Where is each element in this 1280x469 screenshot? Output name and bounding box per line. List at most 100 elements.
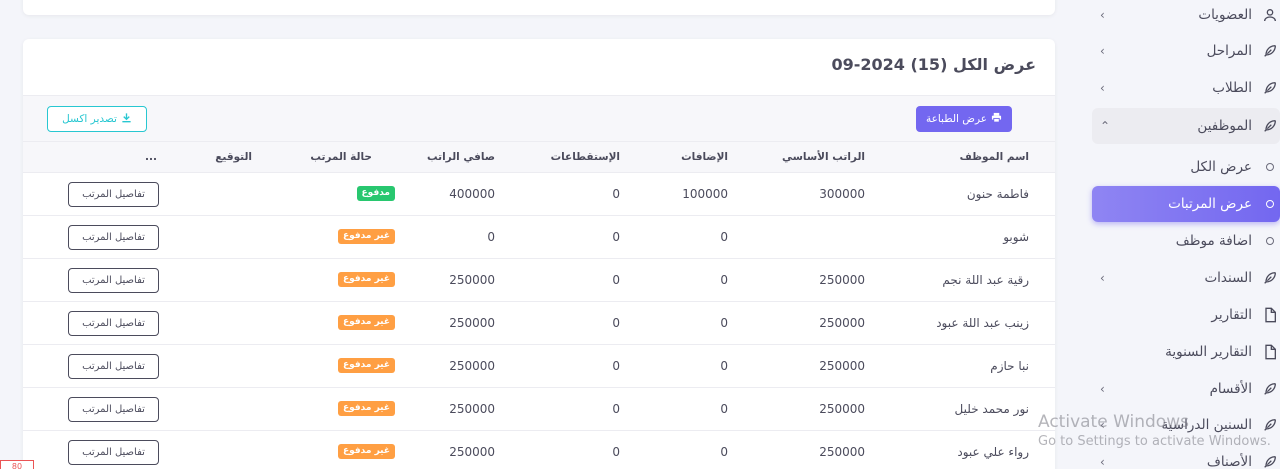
status-badge: غير مدفوع <box>337 272 395 287</box>
sidebar-item-label: العضويات <box>1198 7 1252 23</box>
file-icon <box>1260 342 1280 362</box>
watermark-title: Activate Windows <box>1038 412 1189 432</box>
table-header: اسم الموظف الراتب الأساسي الإضافات الإست… <box>23 141 1055 173</box>
net-salary: 250000 <box>449 273 495 287</box>
basic-salary: 250000 <box>819 402 865 416</box>
sidebar-item-vouchers[interactable]: السندات ‹ <box>1092 260 1280 296</box>
file-icon <box>1260 305 1280 325</box>
sidebar-subitem-view-salaries[interactable]: عرض المرتبات <box>1092 186 1280 222</box>
salary-details-button[interactable]: تفاصيل المرتب <box>68 311 159 336</box>
watermark-subtitle: Go to Settings to activate Windows. <box>1038 434 1271 449</box>
feather-icon <box>1260 116 1280 136</box>
salaries-card: عرض الكل (15) 2024-09 عرض الطباعة تصدير … <box>23 39 1055 469</box>
sidebar-item-label: الطلاب <box>1212 80 1252 96</box>
feather-icon <box>1260 78 1280 98</box>
column-header-actions: ... <box>145 151 157 163</box>
chevron-left-icon: ‹ <box>1100 8 1105 22</box>
net-salary: 250000 <box>449 445 495 459</box>
sidebar-item-reports[interactable]: التقارير <box>1092 297 1280 333</box>
export-excel-button[interactable]: تصدير اكسل <box>47 106 147 132</box>
sidebar-item-departments[interactable]: الأقسام ‹ <box>1092 371 1280 407</box>
corner-indicator: 80 <box>0 460 34 469</box>
deductions: 0 <box>612 273 620 287</box>
chevron-left-icon: ‹ <box>1100 271 1105 285</box>
sidebar-item-label: اضافة موظف <box>1175 233 1252 249</box>
column-header-signature[interactable]: التوقيع <box>215 151 252 163</box>
sidebar-item-employees[interactable]: الموظفين ⌃ <box>1092 108 1280 144</box>
net-salary: 400000 <box>449 187 495 201</box>
sidebar-item-label: التقارير <box>1211 307 1252 323</box>
table-row: رقية عبد اللة نجم 250000 0 0 250000 غير … <box>23 259 1055 302</box>
sidebar-item-label: المراحل <box>1206 43 1252 59</box>
additions: 0 <box>720 316 728 330</box>
chevron-left-icon: ‹ <box>1100 44 1105 58</box>
chevron-left-icon: ‹ <box>1100 382 1105 396</box>
status-badge: غير مدفوع <box>337 401 395 416</box>
status-badge: غير مدفوع <box>337 444 395 459</box>
basic-salary: 300000 <box>819 187 865 201</box>
sidebar-item-students[interactable]: الطلاب ‹ <box>1092 70 1280 106</box>
column-header-basic-salary[interactable]: الراتب الأساسي <box>782 151 865 163</box>
additions: 0 <box>720 359 728 373</box>
sidebar-item-label: الأصناف <box>1206 454 1252 469</box>
sidebar-item-label: الأقسام <box>1209 381 1252 397</box>
salary-details-button[interactable]: تفاصيل المرتب <box>68 354 159 379</box>
print-view-label: عرض الطباعة <box>925 113 988 125</box>
additions: 0 <box>720 273 728 287</box>
circle-icon <box>1260 194 1280 214</box>
employee-name: فاطمة حنون <box>966 187 1029 201</box>
basic-salary: 250000 <box>819 316 865 330</box>
employee-name: رواء علي عبود <box>957 445 1029 459</box>
sidebar-item-memberships[interactable]: العضويات ‹ <box>1092 0 1280 33</box>
sidebar-item-annual-reports[interactable]: التقارير السنوية <box>1092 334 1280 370</box>
status-badge: غير مدفوع <box>337 229 395 244</box>
table-row: نور محمد خليل 250000 0 0 250000 غير مدفو… <box>23 388 1055 431</box>
print-view-button[interactable]: عرض الطباعة <box>916 106 1012 132</box>
printer-icon <box>991 112 1002 126</box>
salary-details-button[interactable]: تفاصيل المرتب <box>68 397 159 422</box>
feather-icon <box>1260 379 1280 399</box>
column-header-additions[interactable]: الإضافات <box>681 151 728 163</box>
additions: 0 <box>720 402 728 416</box>
additions: 0 <box>720 445 728 459</box>
status-badge: غير مدفوع <box>337 358 395 373</box>
table-row: فاطمة حنون 300000 100000 0 400000 مدفوع … <box>23 173 1055 216</box>
table-row: رواء علي عبود 250000 0 0 250000 غير مدفو… <box>23 431 1055 469</box>
column-header-employee-name[interactable]: اسم الموظف <box>960 151 1029 163</box>
status-badge: مدفوع <box>356 186 395 201</box>
column-header-deductions[interactable]: الإستقطاعات <box>551 151 620 163</box>
salary-details-button[interactable]: تفاصيل المرتب <box>68 225 159 250</box>
basic-salary: 250000 <box>819 445 865 459</box>
deductions: 0 <box>612 187 620 201</box>
table-toolbar: عرض الطباعة تصدير اكسل <box>23 95 1055 141</box>
salary-details-button[interactable]: تفاصيل المرتب <box>68 440 159 465</box>
sidebar-item-label: الموظفين <box>1197 118 1252 134</box>
employee-name: نور محمد خليل <box>954 402 1029 416</box>
salary-details-button[interactable]: تفاصيل المرتب <box>68 268 159 293</box>
sidebar-item-label: عرض المرتبات <box>1168 196 1252 212</box>
employee-name: زينب عبد اللة عبود <box>936 316 1029 330</box>
table-row: شوبو 0 0 0 غير مدفوع تفاصيل المرتب <box>23 216 1055 259</box>
sidebar-item-label: عرض الكل <box>1190 159 1252 175</box>
deductions: 0 <box>612 359 620 373</box>
sidebar-item-stages[interactable]: المراحل ‹ <box>1092 33 1280 69</box>
sidebar-subitem-add-employee[interactable]: اضافة موظف <box>1092 223 1280 259</box>
sidebar-item-label: التقارير السنوية <box>1165 344 1252 360</box>
deductions: 0 <box>612 402 620 416</box>
deductions: 0 <box>612 316 620 330</box>
download-icon <box>121 112 132 126</box>
top-card <box>23 0 1055 15</box>
employee-name: شوبو <box>1003 230 1029 244</box>
deductions: 0 <box>612 230 620 244</box>
sidebar-subitem-view-all[interactable]: عرض الكل <box>1092 149 1280 185</box>
column-header-salary-status[interactable]: حالة المرتب <box>310 151 372 163</box>
net-salary: 250000 <box>449 316 495 330</box>
column-header-net-salary[interactable]: صافي الراتب <box>427 151 495 163</box>
employee-name: رقية عبد اللة نجم <box>942 273 1029 287</box>
net-salary: 0 <box>487 230 495 244</box>
sidebar: العضويات ‹ المراحل ‹ الطلاب ‹ الموظفين ⌃… <box>1080 0 1280 469</box>
basic-salary: 250000 <box>819 273 865 287</box>
net-salary: 250000 <box>449 402 495 416</box>
salary-details-button[interactable]: تفاصيل المرتب <box>68 182 159 207</box>
circle-icon <box>1260 157 1280 177</box>
